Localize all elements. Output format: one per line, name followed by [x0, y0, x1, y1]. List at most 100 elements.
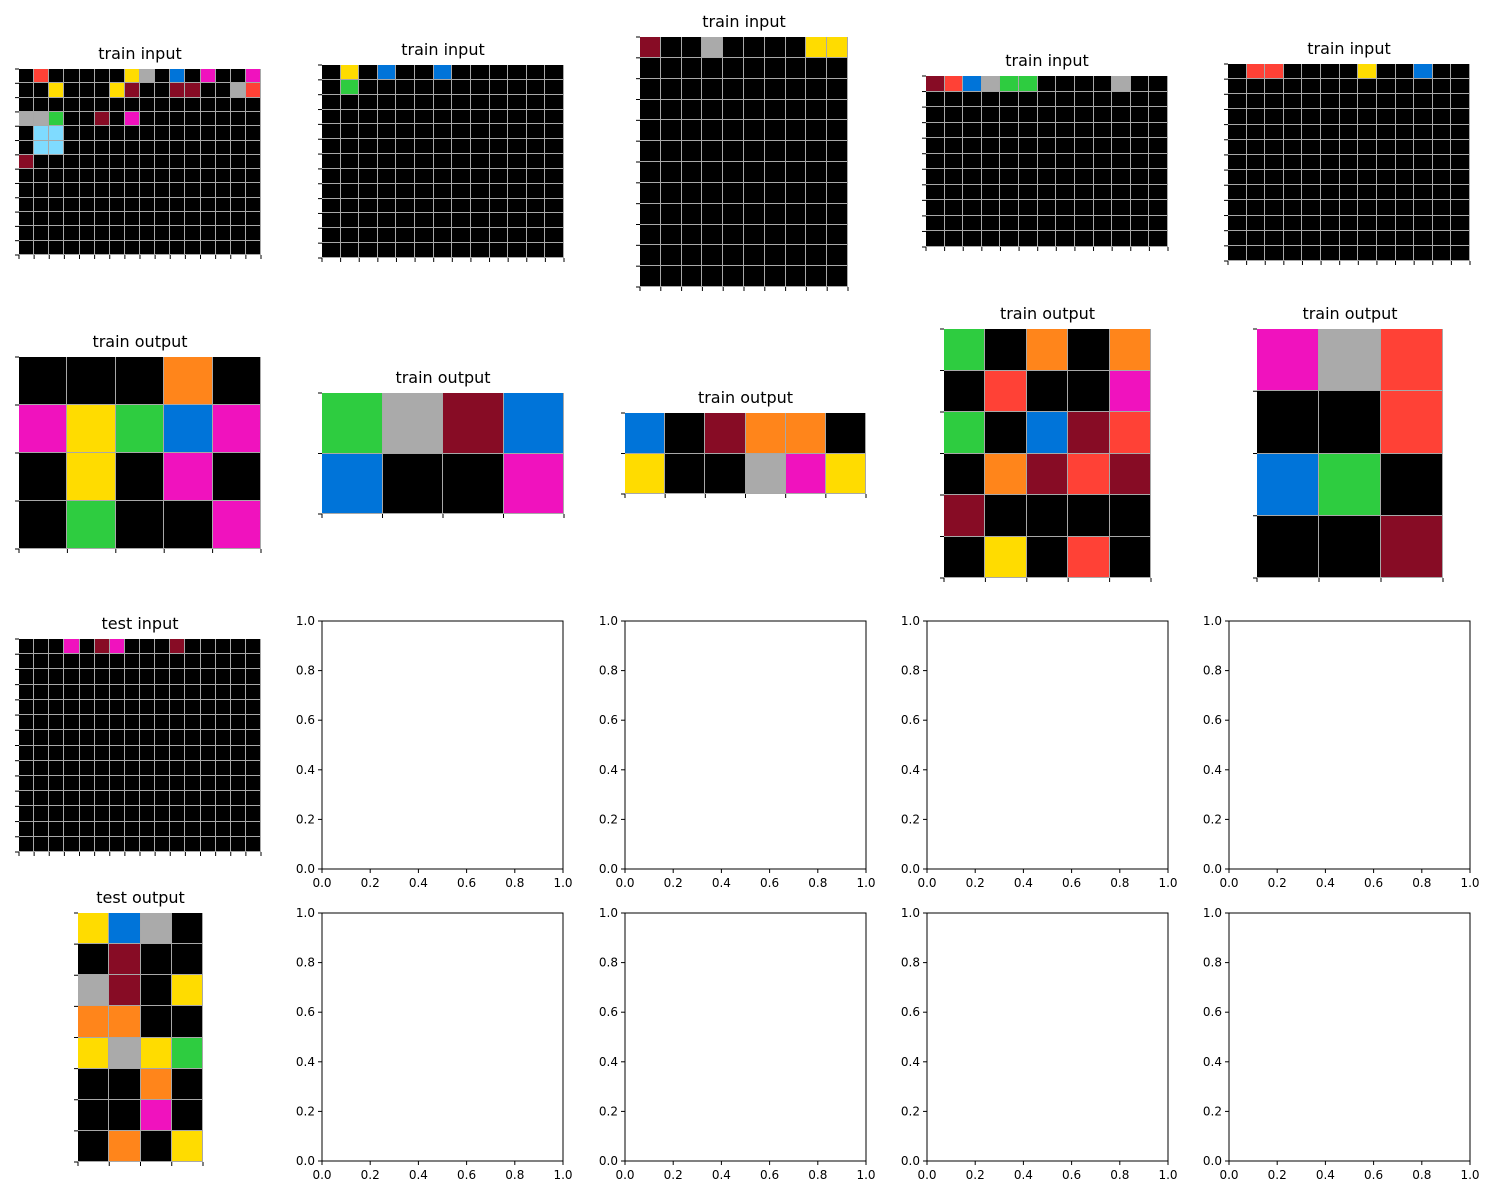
x-tick-label: 0.4: [712, 1168, 731, 1182]
x-tick-label: 0.0: [312, 1168, 331, 1182]
y-tick-label: 0.8: [599, 956, 618, 970]
x-tick-label: 0.2: [361, 1168, 380, 1182]
x-tick-label: 0.6: [760, 1168, 779, 1182]
y-tick-label: 0.6: [1203, 713, 1222, 727]
y-tick-label: 0.8: [296, 664, 315, 678]
x-tick-label: 0.2: [1268, 876, 1287, 890]
x-tick-label: 0.2: [664, 876, 683, 890]
panel-title: train input: [401, 40, 485, 59]
x-tick-label: 0.6: [1364, 1168, 1383, 1182]
x-tick-label: 1.0: [553, 876, 572, 890]
x-tick-label: 0.4: [1014, 876, 1033, 890]
axes-frame: [624, 912, 867, 1162]
grid-ticks: [318, 64, 565, 262]
y-tick-label: 0.8: [1203, 956, 1222, 970]
axes-frame: [321, 912, 564, 1162]
x-tick-label: 0.8: [505, 1168, 524, 1182]
x-tick-label: 1.0: [1158, 876, 1177, 890]
panel-train-output-4: train output: [940, 304, 1152, 582]
axes-frame: [624, 620, 867, 870]
x-tick-label: 0.2: [361, 876, 380, 890]
y-tick-label: 0.8: [599, 664, 618, 678]
x-tick-label: 0.0: [917, 876, 936, 890]
panel-title: train output: [697, 388, 794, 407]
x-tick-label: 0.2: [966, 876, 985, 890]
x-tick-label: 1.0: [1460, 1168, 1479, 1182]
empty-axes: 0.00.0 0.2 0.2 0.4 0.4 0.6 0.6 0.8 0.8 1.0 1.0: [599, 906, 876, 1182]
panel-title: train input: [702, 12, 786, 31]
panel-train-output-5: train output: [1253, 304, 1444, 582]
y-tick-label: 0.6: [1203, 1005, 1222, 1019]
y-tick-label: 1.0: [599, 614, 618, 628]
grid-ticks: [15, 68, 262, 259]
y-tick-label: 1.0: [296, 614, 315, 628]
y-tick-label: 0.6: [901, 1005, 920, 1019]
panel-title: train input: [98, 44, 182, 63]
x-tick-label: 0.8: [808, 1168, 827, 1182]
y-tick-label: 1.0: [1203, 614, 1222, 628]
panel-title: train output: [92, 332, 188, 351]
empty-axes: 0.00.0 0.2 0.2 0.4 0.4 0.6 0.6 0.8 0.8 1.0 1.0: [1203, 614, 1480, 890]
empty-axes: 0.00.0 0.2 0.2 0.4 0.4 0.6 0.6 0.8 0.8 1.0 1.0: [296, 614, 573, 890]
y-tick-label: 0.6: [296, 1005, 315, 1019]
grid-ticks: [1253, 328, 1444, 582]
axes-frame: [926, 620, 1169, 870]
x-tick-label: 0.2: [1268, 1168, 1287, 1182]
panel-test-input-1: test input: [15, 614, 262, 856]
figure-canvas: { "palette": { "0": "#000000", "1": "#00…: [0, 0, 1500, 1200]
y-tick-label: 0.2: [1203, 812, 1222, 826]
x-tick-label: 0.2: [664, 1168, 683, 1182]
grid-ticks: [15, 638, 262, 856]
x-tick-label: 0.8: [505, 876, 524, 890]
y-tick-label: 0.2: [296, 812, 315, 826]
axes-frame: [926, 912, 1169, 1162]
y-tick-label: 0.8: [1203, 664, 1222, 678]
x-tick-label: 1.0: [1158, 1168, 1177, 1182]
x-tick-label: 0.6: [1364, 876, 1383, 890]
y-tick-label: 0.6: [599, 1005, 618, 1019]
panel-train-input-4: train input: [922, 51, 1169, 251]
axes-frame: [1228, 620, 1471, 870]
x-tick-label: 0.4: [1316, 1168, 1335, 1182]
panel-title: train output: [395, 368, 491, 387]
panel-title: train output: [999, 304, 1096, 323]
y-tick-label: 0.4: [1203, 763, 1222, 777]
y-tick-label: 0.8: [296, 956, 315, 970]
grid-ticks: [636, 36, 849, 291]
y-tick-label: 0.2: [599, 1104, 618, 1118]
y-tick-label: 0.4: [1203, 1055, 1222, 1069]
y-tick-label: 1.0: [296, 906, 315, 920]
empty-axes: 0.00.0 0.2 0.2 0.4 0.4 0.6 0.6 0.8 0.8 1.0 1.0: [901, 906, 1178, 1182]
x-tick-label: 1.0: [553, 1168, 572, 1182]
x-tick-label: 0.2: [966, 1168, 985, 1182]
panel-title: train input: [1005, 51, 1089, 70]
panel-title: test output: [96, 888, 185, 907]
y-tick-label: 0.2: [1203, 1104, 1222, 1118]
x-tick-label: 0.4: [1014, 1168, 1033, 1182]
y-tick-label: 0.4: [599, 1055, 618, 1069]
x-tick-label: 0.6: [457, 876, 476, 890]
empty-axes: 0.00.0 0.2 0.2 0.4 0.4 0.6 0.6 0.8 0.8 1.0 1.0: [1203, 906, 1480, 1182]
grid-ticks: [922, 75, 1169, 251]
y-tick-label: 0.2: [599, 812, 618, 826]
y-tick-label: 0.6: [901, 713, 920, 727]
y-tick-label: 0.4: [296, 1055, 315, 1069]
y-tick-label: 0.4: [296, 763, 315, 777]
panel-title: train input: [1307, 39, 1391, 58]
x-tick-label: 0.0: [312, 876, 331, 890]
x-tick-label: 0.6: [457, 1168, 476, 1182]
panel-title: test input: [101, 614, 179, 633]
y-tick-label: 0.0: [901, 862, 920, 876]
x-tick-label: 0.4: [409, 1168, 428, 1182]
panel-title: train output: [1302, 304, 1398, 323]
grid-ticks: [15, 356, 262, 553]
x-tick-label: 0.0: [1219, 876, 1238, 890]
empty-axes: 0.00.0 0.2 0.2 0.4 0.4 0.6 0.6 0.8 0.8 1.0 1.0: [901, 614, 1178, 890]
y-tick-label: 1.0: [901, 906, 920, 920]
x-tick-label: 0.4: [1316, 876, 1335, 890]
x-tick-label: 0.4: [712, 876, 731, 890]
grid-ticks: [1224, 63, 1471, 265]
y-tick-label: 0.0: [1203, 862, 1222, 876]
y-tick-label: 0.2: [901, 812, 920, 826]
empty-axes: 0.00.0 0.2 0.2 0.4 0.4 0.6 0.6 0.8 0.8 1.0 1.0: [599, 614, 876, 890]
